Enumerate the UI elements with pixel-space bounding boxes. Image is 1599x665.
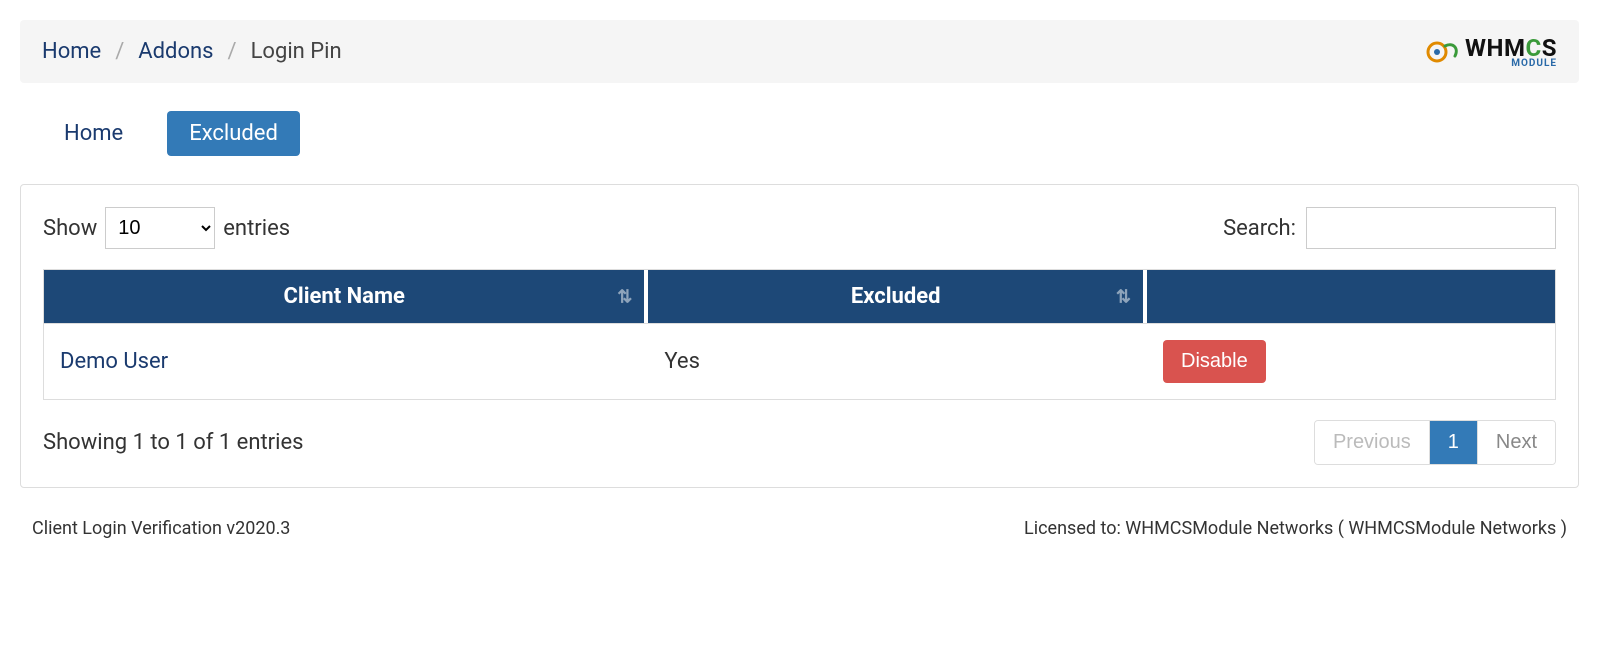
show-label: Show (43, 216, 97, 241)
page-footer: Client Login Verification v2020.3 Licens… (20, 488, 1579, 549)
entries-label: entries (223, 216, 290, 241)
tab-home[interactable]: Home (42, 111, 145, 156)
data-table: Client Name ⇅ Excluded ⇅ Demo User Yes (43, 269, 1556, 400)
gear-icon (1425, 38, 1461, 66)
pagination-previous[interactable]: Previous (1315, 421, 1430, 464)
breadcrumb-current: Login Pin (251, 39, 342, 64)
brand-logo: WHMCS MODULE (1425, 34, 1557, 69)
header-bar: Home / Addons / Login Pin WHMCS MODULE (20, 20, 1579, 83)
col-client-name-label: Client Name (283, 284, 404, 309)
col-actions (1147, 270, 1555, 323)
table-info: Showing 1 to 1 of 1 entries (43, 430, 304, 455)
col-excluded-label: Excluded (851, 284, 941, 309)
length-control: Show 10 entries (43, 207, 290, 249)
breadcrumb-separator: / (115, 39, 124, 64)
pagination: Previous 1 Next (1314, 420, 1556, 465)
col-client-name[interactable]: Client Name ⇅ (44, 270, 648, 323)
footer-license: Licensed to: WHMCSModule Networks ( WHMC… (1024, 518, 1567, 539)
search-input[interactable] (1306, 207, 1556, 249)
pagination-next[interactable]: Next (1478, 421, 1555, 464)
sort-icon: ⇅ (617, 286, 632, 307)
breadcrumb-addons[interactable]: Addons (138, 39, 213, 64)
table-controls: Show 10 entries Search: (43, 207, 1556, 249)
pagination-page-1[interactable]: 1 (1430, 421, 1478, 464)
tabs: Home Excluded (42, 111, 1557, 156)
breadcrumb: Home / Addons / Login Pin (42, 39, 342, 64)
main-panel: Show 10 entries Search: Client Name ⇅ (20, 184, 1579, 488)
client-name-link[interactable]: Demo User (60, 349, 168, 374)
table-footer: Showing 1 to 1 of 1 entries Previous 1 N… (43, 420, 1556, 465)
entries-select[interactable]: 10 (105, 207, 215, 249)
disable-button[interactable]: Disable (1163, 340, 1266, 383)
sort-icon: ⇅ (1116, 286, 1131, 307)
tab-excluded[interactable]: Excluded (167, 111, 300, 156)
breadcrumb-separator: / (228, 39, 237, 64)
breadcrumb-home[interactable]: Home (42, 39, 101, 64)
search-control: Search: (1223, 207, 1556, 249)
search-label: Search: (1223, 216, 1296, 241)
table-row: Demo User Yes Disable (44, 323, 1555, 399)
footer-version: Client Login Verification v2020.3 (32, 518, 290, 539)
col-excluded[interactable]: Excluded ⇅ (648, 270, 1147, 323)
excluded-cell: Yes (648, 323, 1147, 399)
